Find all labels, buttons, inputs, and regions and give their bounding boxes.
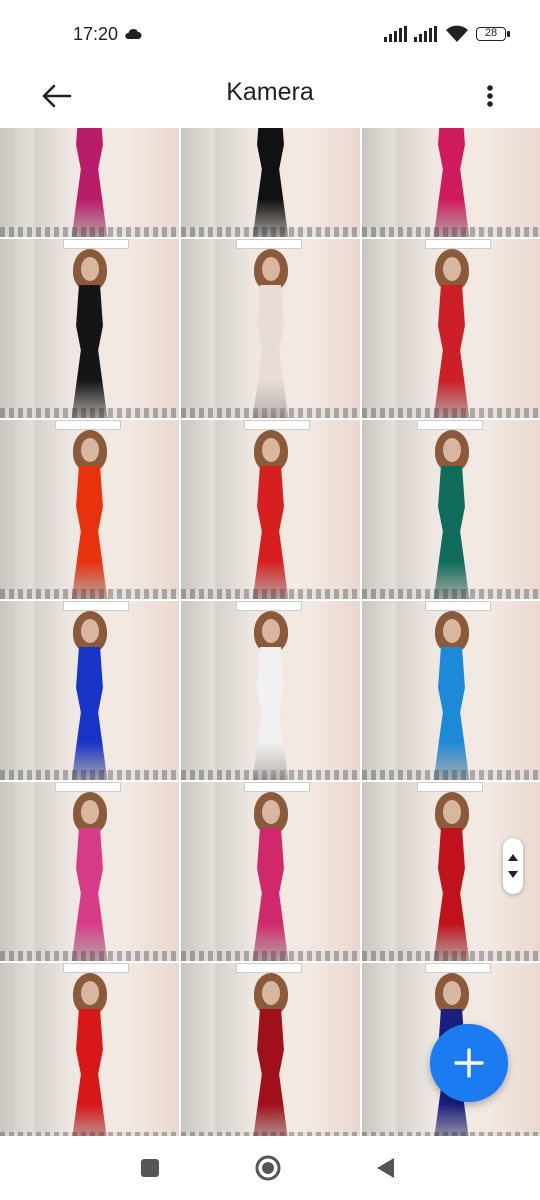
- photo-label-tag: [236, 601, 302, 611]
- photo-thumbnail[interactable]: [362, 239, 540, 418]
- photo-thumbnail[interactable]: [181, 239, 360, 418]
- cloud-icon: [125, 28, 142, 39]
- navigation-bar: [0, 1136, 540, 1200]
- photo-thumbnail[interactable]: [362, 601, 540, 780]
- mannequin-face: [261, 257, 280, 281]
- photo-thumbnail[interactable]: [181, 963, 360, 1136]
- photo-thumbnail[interactable]: [362, 128, 540, 237]
- photo-thumbnail[interactable]: [181, 420, 360, 599]
- app-bar: Kamera: [0, 66, 540, 128]
- photo-thumbnail[interactable]: [0, 782, 179, 961]
- photo-label-tag: [417, 420, 483, 430]
- photo-thumbnail[interactable]: [0, 963, 179, 1136]
- more-vertical-icon[interactable]: [476, 76, 504, 116]
- photo-label-tag: [244, 420, 310, 430]
- photo-thumbnail[interactable]: [362, 420, 540, 599]
- mannequin-face: [261, 619, 280, 643]
- photo-thumbnail[interactable]: [0, 128, 179, 237]
- circle-icon[interactable]: [252, 1152, 284, 1184]
- status-time: 17:20: [73, 24, 119, 44]
- mannequin-face: [442, 800, 461, 824]
- photo-thumbnail[interactable]: [181, 782, 360, 961]
- mannequin-face: [442, 257, 461, 281]
- mannequin-face: [261, 981, 280, 1005]
- photo-thumbnail[interactable]: [0, 601, 179, 780]
- photo-thumbnail[interactable]: [181, 128, 360, 237]
- photo-thumbnail[interactable]: [181, 601, 360, 780]
- mannequin-face: [80, 619, 99, 643]
- page-title: Kamera: [226, 78, 314, 106]
- photo-label-tag: [55, 420, 121, 430]
- photo-label-tag: [63, 601, 129, 611]
- mannequin-face: [80, 438, 99, 462]
- photo-label-tag: [236, 239, 302, 249]
- square-icon[interactable]: [134, 1152, 166, 1184]
- fast-scroll-icon[interactable]: [503, 838, 523, 894]
- mannequin-face: [442, 981, 461, 1005]
- photo-label-tag: [55, 782, 121, 792]
- photo-thumbnail[interactable]: [0, 420, 179, 599]
- photo-grid: [0, 128, 540, 1136]
- mannequin-face: [442, 438, 461, 462]
- photo-label-tag: [63, 963, 129, 973]
- mannequin-face: [80, 257, 99, 281]
- photo-label-tag: [425, 601, 491, 611]
- mannequin-face: [80, 800, 99, 824]
- mannequin-face: [442, 619, 461, 643]
- mannequin-face: [261, 800, 280, 824]
- photo-label-tag: [244, 782, 310, 792]
- plus-icon[interactable]: [430, 1024, 508, 1102]
- photo-thumbnail[interactable]: [0, 239, 179, 418]
- status-bar: 17:20 28: [0, 0, 540, 66]
- photo-label-tag: [417, 782, 483, 792]
- wifi-icon: [446, 25, 468, 42]
- signal-icon-2: [414, 26, 437, 42]
- photo-label-tag: [63, 239, 129, 249]
- photo-label-tag: [425, 963, 491, 973]
- photo-label-tag: [236, 963, 302, 973]
- mannequin-face: [80, 981, 99, 1005]
- battery-icon: 28: [476, 27, 510, 41]
- photo-label-tag: [425, 239, 491, 249]
- triangle-back-icon[interactable]: [370, 1152, 402, 1184]
- mannequin-face: [261, 438, 280, 462]
- battery-level: 28: [484, 27, 498, 39]
- signal-icon: [384, 26, 407, 42]
